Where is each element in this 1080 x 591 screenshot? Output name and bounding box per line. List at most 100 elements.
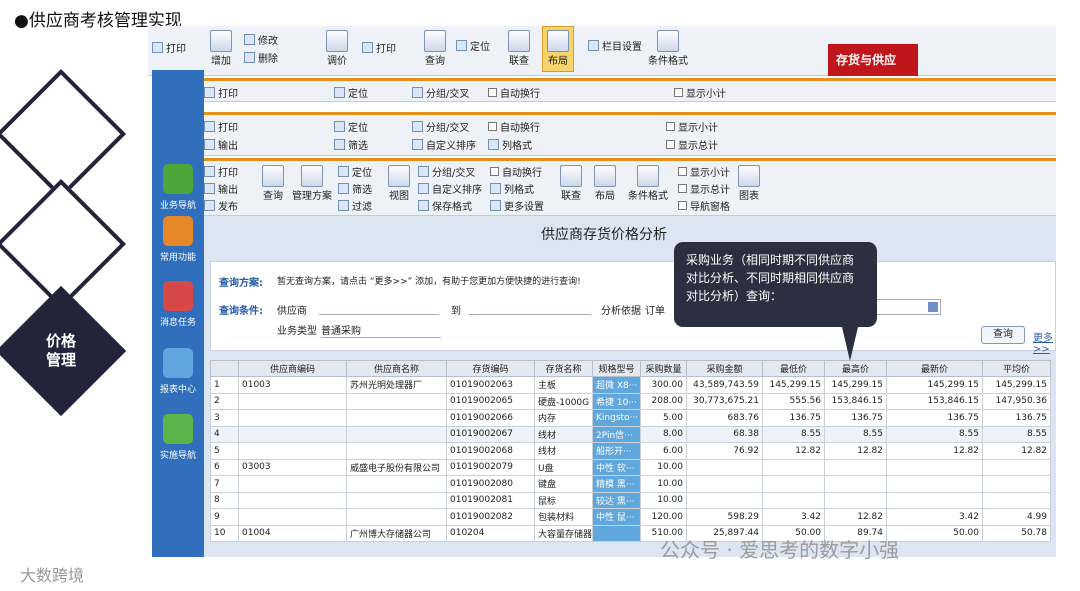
rail-messages[interactable]: 消息任务 xyxy=(152,281,204,328)
auto-wrap-checkbox[interactable]: 自动换行 xyxy=(488,119,540,134)
table-cell: 广州博大存储器公司 xyxy=(346,524,447,542)
column-header[interactable]: 存货名称 xyxy=(534,360,593,377)
section-quality[interactable]: 质量 管理 xyxy=(0,68,127,200)
link-query-button[interactable]: 联查 xyxy=(508,30,530,67)
print-button[interactable]: 打印 xyxy=(152,40,186,55)
column-header[interactable] xyxy=(210,360,239,377)
table-row[interactable]: 9 01019002082 包装材料 中性 鼠··· 120.00 598.29 3.42 1… xyxy=(210,508,1051,526)
more-link[interactable]: 更多>> xyxy=(1033,329,1055,355)
adjust-price-button[interactable]: 调价 xyxy=(326,30,348,67)
basis-value[interactable]: 订单 xyxy=(645,302,665,317)
column-header[interactable]: 最新价 xyxy=(886,360,983,377)
table-cell: 300.00 xyxy=(640,376,687,394)
column-header[interactable]: 最高价 xyxy=(824,360,887,377)
show-total-checkbox[interactable]: 显示总计 xyxy=(666,137,718,152)
more-settings-button[interactable]: 更多设置 xyxy=(490,198,544,213)
table-row[interactable]: 4 01019002067 线材 2Pin信··· 8.00 68.38 8.55 8.55 8… xyxy=(210,425,1051,443)
column-settings-button[interactable]: 栏目设置 xyxy=(588,38,642,53)
locate-button[interactable]: 定位 xyxy=(334,119,368,134)
table-row[interactable]: 5 01019002068 线材 船形开··· 6.00 76.92 12.82 12.82 1… xyxy=(210,442,1051,460)
table-cell: 8.55 xyxy=(886,425,983,443)
query-button[interactable]: 查询 xyxy=(262,165,284,202)
locate-button[interactable]: 定位 xyxy=(338,164,372,179)
delete-button[interactable]: 删除 xyxy=(244,50,278,65)
column-header[interactable]: 采购数量 xyxy=(640,360,687,377)
column-format-button[interactable]: 列格式 xyxy=(488,137,532,152)
print2-button[interactable]: 打印 xyxy=(362,40,396,55)
print-button[interactable]: 打印 xyxy=(204,119,238,134)
watermark-left: 大数跨境 xyxy=(20,566,85,585)
message-icon xyxy=(163,281,193,311)
locate-button[interactable]: 定位 xyxy=(456,38,490,53)
query-button[interactable]: 查询 xyxy=(981,326,1025,344)
view-button[interactable]: 视图 xyxy=(388,165,410,202)
custom-sort-button[interactable]: 自定义排序 xyxy=(412,137,476,152)
link-query-button[interactable]: 联查 xyxy=(560,165,582,202)
star-icon xyxy=(163,216,193,246)
auto-wrap-checkbox[interactable]: 自动换行 xyxy=(490,164,542,179)
rail-implementation-nav[interactable]: 实施导航 xyxy=(152,414,204,461)
table-cell: 鼠标 xyxy=(534,491,593,509)
table-row[interactable]: 6 03003 威盛电子股份有限公司 01019002079 U盘 中性 软··· 10.0… xyxy=(210,458,1051,476)
conditional-format-button[interactable]: 条件格式 xyxy=(648,30,688,67)
auto-wrap-checkbox[interactable]: 自动换行 xyxy=(488,85,540,100)
custom-sort-button[interactable]: 自定义排序 xyxy=(418,181,482,196)
filter-button[interactable]: 筛选 xyxy=(334,137,368,152)
table-row[interactable]: 2 01019002065 硬盘-1000G 希捷 10··· 208.00 30,773… xyxy=(210,392,1051,410)
query-button[interactable]: 查询 xyxy=(424,30,446,67)
publish-button[interactable]: 发布 xyxy=(204,198,238,213)
filter2-button[interactable]: 过滤 xyxy=(338,198,372,213)
rail-report-center[interactable]: 报表中心 xyxy=(152,348,204,395)
save-format-button[interactable]: 保存格式 xyxy=(418,198,472,213)
chart-button[interactable]: 图表 xyxy=(738,165,760,202)
biztype-value[interactable]: 普通采购 xyxy=(321,322,441,338)
print-button[interactable]: 打印 xyxy=(204,164,238,179)
nav-pane-checkbox[interactable]: 导航窗格 xyxy=(678,198,730,213)
section-label: 价格 管理 xyxy=(45,332,76,369)
table-cell xyxy=(238,392,347,410)
output-button[interactable]: 输出 xyxy=(204,181,238,196)
locate-button[interactable]: 定位 xyxy=(334,85,368,100)
table-row[interactable]: 7 01019002080 键盘 精模 黑··· 10.00 xyxy=(210,475,1051,493)
layout-button[interactable]: 布局 xyxy=(542,26,574,72)
column-format-button[interactable]: 列格式 xyxy=(490,181,534,196)
group-cross-button[interactable]: 分组/交叉 xyxy=(412,119,469,134)
column-header[interactable]: 规格型号 xyxy=(592,360,641,377)
group-cross-button[interactable]: 分组/交叉 xyxy=(412,85,469,100)
section-delivery[interactable]: 交期 管理 xyxy=(0,178,127,310)
show-subtotal-checkbox[interactable]: 显示小计 xyxy=(674,85,726,100)
column-header[interactable]: 存货编码 xyxy=(446,360,535,377)
show-subtotal-checkbox[interactable]: 显示小计 xyxy=(666,119,718,134)
column-header[interactable]: 最低价 xyxy=(762,360,825,377)
column-header[interactable]: 平均价 xyxy=(982,360,1051,377)
rail-common-functions[interactable]: 常用功能 xyxy=(152,216,204,263)
show-total-checkbox[interactable]: 显示总计 xyxy=(678,181,730,196)
modify-button[interactable]: 修改 xyxy=(244,32,278,47)
table-cell: 10.00 xyxy=(640,475,687,493)
supplier-input[interactable] xyxy=(319,299,439,315)
table-row[interactable]: 1 01003 苏州光明处理器厂 01019002063 主板 超微 X8··· 300.0… xyxy=(210,376,1051,394)
column-header[interactable]: 供应商编码 xyxy=(238,360,347,377)
table-cell: 3.42 xyxy=(762,508,825,526)
table-header: 供应商编码 供应商名称 存货编码 存货名称 规格型号 采购数量 采购金额 最低价 最高价 最新价平… xyxy=(210,360,1051,377)
rail-business-nav[interactable]: 业务导航 xyxy=(152,164,204,211)
section-price[interactable]: 价格 管理 xyxy=(0,285,127,417)
table-row[interactable]: 3 01019002066 内存 Kingsto··· 5.00 683.76 136.75… xyxy=(210,409,1051,427)
output-button[interactable]: 输出 xyxy=(204,137,238,152)
filter-button[interactable]: 筛选 xyxy=(338,181,372,196)
table-cell: 01019002063 xyxy=(446,376,535,394)
layout-button[interactable]: 布局 xyxy=(594,165,616,202)
conditional-format-button[interactable]: 条件格式 xyxy=(628,165,668,202)
manage-plan-button[interactable]: 管理方案 xyxy=(292,165,332,202)
column-header[interactable]: 采购金额 xyxy=(686,360,763,377)
add-button[interactable]: 增加 xyxy=(210,30,232,67)
table-row[interactable]: 8 01019002081 鼠标 较达 黑··· 10.00 xyxy=(210,491,1051,509)
supplier-to-input[interactable] xyxy=(469,299,591,315)
table-row[interactable]: 10 01004 广州博大存储器公司 010204 大容量存储器 510.00 25,897… xyxy=(210,524,1051,542)
print-button[interactable]: 打印 xyxy=(204,85,238,100)
column-header[interactable]: 供应商名称 xyxy=(346,360,447,377)
group-cross-button[interactable]: 分组/交叉 xyxy=(418,164,475,179)
show-subtotal-checkbox[interactable]: 显示小计 xyxy=(678,164,730,179)
columns-icon xyxy=(488,139,499,150)
callout-pointer xyxy=(842,327,858,361)
